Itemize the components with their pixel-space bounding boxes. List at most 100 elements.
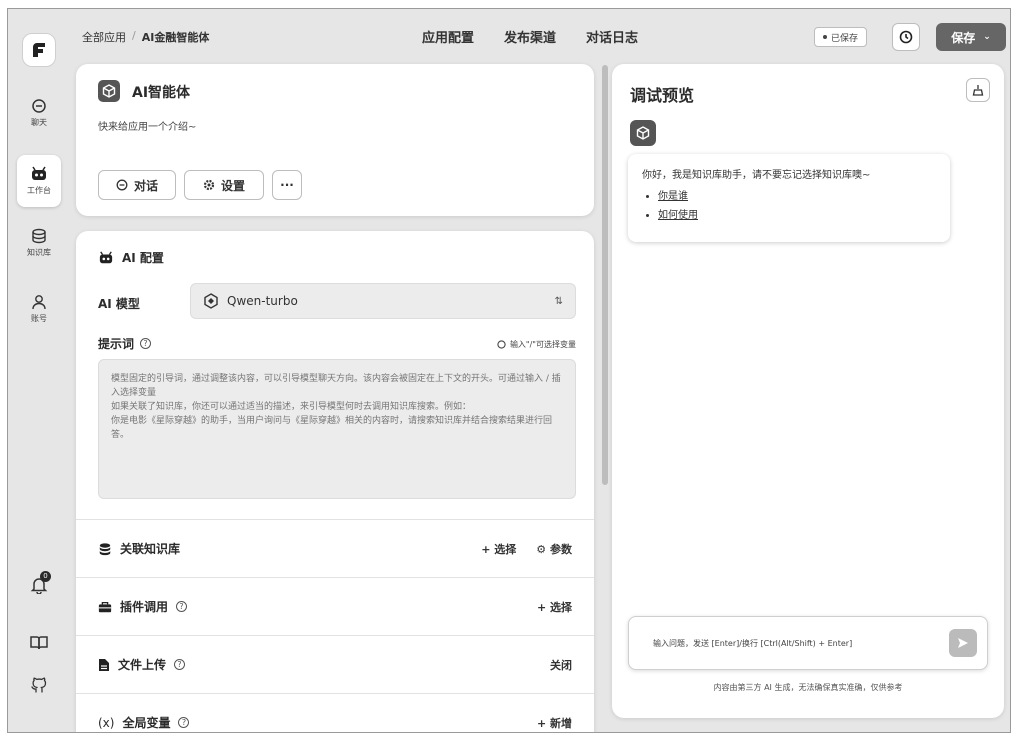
debug-preview-panel: 调试预览 你好，我是知识库助手，请不要忘记选择知识库噢~ 你是谁 如何使用 — [612, 64, 1004, 718]
ai-disclaimer: 内容由第三方 AI 生成，无法确保真实准确，仅供参考 — [713, 683, 903, 692]
chat-input-box — [628, 616, 988, 670]
rail-item-account[interactable]: 账号 — [17, 283, 61, 335]
help-icon[interactable]: ? — [140, 338, 152, 349]
docs-button[interactable] — [25, 629, 53, 657]
settings-button[interactable]: 设置 — [184, 170, 264, 200]
saved-status-badge: 已保存 — [814, 27, 868, 47]
chevron-down-icon: ⌄ — [983, 32, 991, 42]
rail-item-label: 账号 — [31, 314, 47, 323]
chat-button-label: 对话 — [133, 178, 158, 193]
global-variables-row: (x) 全局变量 ? + 新增 — [76, 693, 594, 732]
chat-icon — [116, 179, 128, 191]
robot-icon — [32, 166, 46, 180]
variable-hint-label: 输入"/"可选择变量 — [509, 340, 576, 349]
file-upload-row: 文件上传 ? 关闭 — [76, 635, 594, 693]
cube-icon — [636, 126, 650, 140]
breadcrumb-current: AI金融智能体 — [141, 31, 210, 44]
quick-question-link[interactable]: 如何使用 — [658, 210, 698, 221]
breadcrumb-all-apps[interactable]: 全部应用 — [82, 29, 126, 45]
send-button[interactable] — [949, 629, 977, 657]
toolbox-icon — [98, 601, 112, 612]
quick-question-list: 你是谁 如何使用 — [642, 187, 936, 221]
save-button[interactable]: 保存 ⌄ — [936, 23, 1006, 51]
add-variable-button[interactable]: + 新增 — [537, 715, 572, 731]
file-upload-status[interactable]: 关闭 — [550, 657, 572, 673]
config-scrollbar[interactable] — [602, 65, 608, 485]
chat-icon — [32, 99, 46, 113]
ai-config-header: AI 配置 — [98, 249, 164, 266]
quick-question-link[interactable]: 你是谁 — [658, 191, 688, 202]
left-rail: 聊天 工作台 知识库 账号 0 — [8, 9, 70, 732]
tab-chat-logs[interactable]: 对话日志 — [586, 27, 638, 46]
help-icon[interactable]: ? — [178, 717, 190, 728]
rail-item-workspace[interactable]: 工作台 — [17, 155, 61, 207]
rail-item-chat[interactable]: 聊天 — [17, 87, 61, 139]
knowledge-base-title: 关联知识库 — [120, 542, 181, 556]
help-icon[interactable]: ? — [176, 601, 188, 612]
more-icon: ··· — [280, 178, 294, 192]
knowledge-params-button[interactable]: ⚙ 参数 — [536, 541, 572, 557]
top-bar: 全部应用 / AI金融智能体 应用配置 发布渠道 对话日志 已保存 保存 ⌄ — [70, 9, 1010, 63]
info-icon — [497, 340, 506, 349]
header-tabs: 应用配置 发布渠道 对话日志 — [422, 27, 638, 46]
model-select[interactable]: Qwen-turbo ⇅ — [190, 283, 576, 319]
bot-avatar — [630, 120, 656, 146]
broom-icon — [972, 85, 984, 96]
rail-item-label: 聊天 — [31, 118, 47, 127]
select-arrows-icon: ⇅ — [554, 295, 563, 307]
app-avatar — [98, 80, 120, 102]
book-icon — [30, 636, 48, 650]
app-description[interactable]: 快来给应用一个介绍~ — [98, 118, 196, 133]
qwen-icon — [204, 293, 218, 309]
robot-icon — [99, 251, 113, 263]
user-icon — [32, 295, 46, 310]
file-upload-title: 文件上传 — [118, 658, 167, 672]
plugin-select-button[interactable]: + 选择 — [537, 599, 572, 615]
file-icon — [99, 658, 109, 671]
settings-button-label: 设置 — [220, 178, 245, 193]
list-item: 如何使用 — [658, 206, 936, 221]
variable-icon: (x) — [98, 715, 115, 730]
help-icon[interactable]: ? — [174, 659, 186, 670]
app-logo[interactable] — [22, 33, 56, 67]
knowledge-select-button[interactable]: + 选择 — [481, 541, 516, 557]
database-icon — [99, 542, 111, 555]
breadcrumb-separator: / — [132, 29, 136, 42]
prompt-label: 提示词 — [98, 337, 135, 351]
variable-hint[interactable]: 输入"/"可选择变量 — [497, 339, 576, 350]
tab-app-config[interactable]: 应用配置 — [422, 27, 474, 46]
notification-badge: 0 — [40, 571, 51, 582]
app-info-card: AI智能体 快来给应用一个介绍~ 对话 设置 ··· — [76, 64, 594, 216]
app-window: 聊天 工作台 知识库 账号 0 全部应用 / AI金融智能体 应用配置 发布渠道… — [7, 8, 1011, 733]
database-icon — [32, 228, 46, 244]
breadcrumb: 全部应用 / AI金融智能体 — [82, 29, 209, 45]
clear-chat-button[interactable] — [966, 78, 990, 102]
prompt-label-group: 提示词 ? — [98, 335, 152, 352]
rail-item-label: 工作台 — [27, 186, 51, 195]
status-dot — [823, 35, 827, 39]
chat-button[interactable]: 对话 — [98, 170, 176, 200]
preview-title: 调试预览 — [630, 86, 695, 105]
logo-icon — [33, 43, 45, 57]
github-button[interactable] — [25, 671, 53, 699]
notification-button[interactable]: 0 — [25, 571, 53, 599]
plugin-title: 插件调用 — [120, 600, 169, 614]
global-variables-title: 全局变量 — [122, 716, 171, 730]
plugin-row: 插件调用 ? + 选择 — [76, 577, 594, 635]
chat-input[interactable] — [653, 638, 949, 648]
rail-item-knowledge[interactable]: 知识库 — [17, 217, 61, 269]
cube-icon — [102, 84, 116, 98]
ai-config-title: AI 配置 — [122, 251, 164, 265]
history-button[interactable] — [892, 23, 920, 51]
saved-label: 已保存 — [831, 33, 859, 44]
clock-icon — [899, 30, 913, 44]
bot-message-bubble: 你好，我是知识库助手，请不要忘记选择知识库噢~ 你是谁 如何使用 — [628, 154, 950, 242]
list-item: 你是谁 — [658, 187, 936, 202]
app-name: AI智能体 — [132, 85, 191, 101]
prompt-textarea[interactable] — [98, 359, 576, 499]
github-icon — [31, 677, 47, 693]
save-button-label: 保存 — [951, 30, 976, 45]
more-button[interactable]: ··· — [272, 170, 302, 200]
tab-publish-channels[interactable]: 发布渠道 — [504, 27, 556, 46]
rail-item-label: 知识库 — [27, 248, 51, 257]
